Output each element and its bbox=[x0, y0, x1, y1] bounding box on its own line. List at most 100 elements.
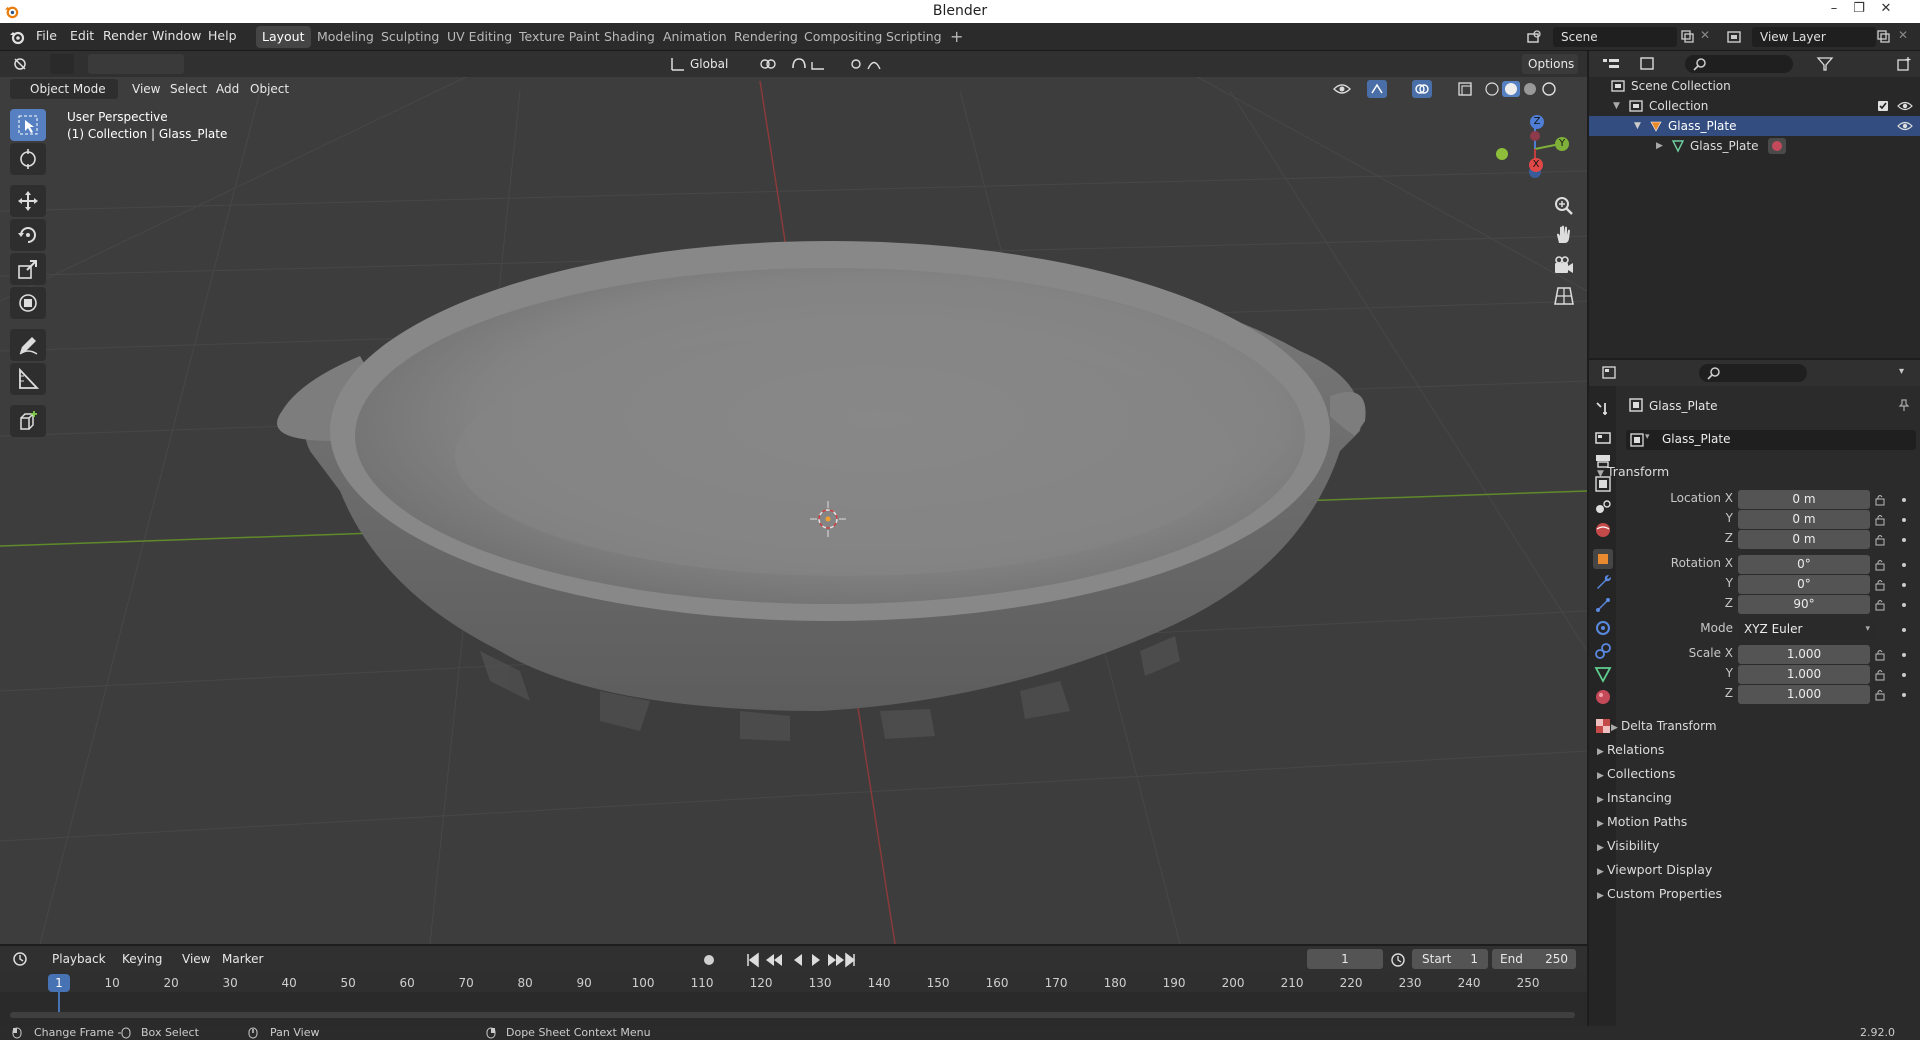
physics-tab-icon[interactable] bbox=[1593, 618, 1613, 638]
menu-render[interactable]: Render bbox=[101, 28, 150, 43]
section-custom-properties[interactable]: ▶ Custom Properties bbox=[1597, 886, 1722, 901]
properties-search-input[interactable] bbox=[1699, 364, 1807, 382]
object-mode-dropdown[interactable]: Object Mode bbox=[10, 79, 118, 99]
rotation-y-field[interactable]: 0° bbox=[1738, 575, 1870, 594]
view-layer-icon[interactable] bbox=[1726, 29, 1742, 45]
tab-compositing[interactable]: Compositing bbox=[798, 26, 888, 48]
section-collections[interactable]: ▶ Collections bbox=[1597, 766, 1675, 781]
rotation-x-field[interactable]: 0° bbox=[1738, 555, 1870, 574]
lock-scale-y-icon[interactable] bbox=[1874, 669, 1886, 681]
outliner-mesh-row[interactable]: ▶ Glass_Plate bbox=[1589, 136, 1920, 156]
location-z-field[interactable]: 0 m bbox=[1738, 530, 1870, 549]
current-frame-field[interactable]: 1 bbox=[1307, 949, 1383, 969]
menu-object[interactable]: Object bbox=[250, 82, 289, 96]
lock-location-z-icon[interactable] bbox=[1874, 534, 1886, 546]
keyframe-scale-y-icon[interactable] bbox=[1902, 673, 1906, 677]
outliner-scene-collection[interactable]: Scene Collection bbox=[1589, 76, 1920, 96]
camera-view-icon[interactable] bbox=[1552, 254, 1576, 278]
3d-viewport[interactable]: Global Options Object Mode View Select A… bbox=[0, 51, 1587, 944]
world-tab-icon[interactable] bbox=[1593, 520, 1613, 540]
keyframe-location-y-icon[interactable] bbox=[1902, 518, 1906, 522]
material-icon[interactable] bbox=[1768, 138, 1786, 154]
menu-edit[interactable]: Edit bbox=[68, 28, 96, 43]
collection-include-checkbox-icon[interactable] bbox=[1877, 100, 1889, 112]
section-visibility[interactable]: ▶ Visibility bbox=[1597, 838, 1659, 853]
perspective-grid-icon[interactable] bbox=[1552, 284, 1576, 308]
options-button[interactable]: Options bbox=[1522, 54, 1578, 74]
pivot-point-icon[interactable] bbox=[758, 56, 778, 72]
view-layer-field[interactable]: View Layer bbox=[1752, 27, 1876, 47]
visibility-eye-icon[interactable] bbox=[1332, 81, 1352, 97]
close-window-button[interactable]: ✕ bbox=[1872, 1, 1900, 21]
scene-icon[interactable] bbox=[1526, 29, 1542, 45]
lock-location-y-icon[interactable] bbox=[1874, 514, 1886, 526]
mesh-expand-icon[interactable]: ▶ bbox=[1656, 136, 1663, 156]
section-instancing[interactable]: ▶ Instancing bbox=[1597, 790, 1672, 805]
section-transform[interactable]: ▼ Transform bbox=[1597, 464, 1669, 479]
tab-modeling[interactable]: Modeling bbox=[311, 26, 380, 48]
playhead-frame-indicator[interactable]: 1 bbox=[48, 974, 70, 992]
object-tab-icon[interactable] bbox=[1593, 549, 1613, 569]
xray-icon[interactable] bbox=[1457, 81, 1473, 97]
add-workspace-icon[interactable]: + bbox=[944, 26, 969, 48]
scene-name-field[interactable]: Scene bbox=[1553, 27, 1677, 47]
tab-shading[interactable]: Shading bbox=[598, 26, 661, 48]
lock-scale-z-icon[interactable] bbox=[1874, 689, 1886, 701]
end-frame-field[interactable]: End 250 bbox=[1492, 949, 1576, 969]
record-keyframe-icon[interactable] bbox=[702, 953, 716, 967]
menu-add[interactable]: Add bbox=[216, 82, 239, 96]
lock-rotation-y-icon[interactable] bbox=[1874, 579, 1886, 591]
duplicate-view-layer-icon[interactable] bbox=[1876, 29, 1890, 43]
lock-location-x-icon[interactable] bbox=[1874, 494, 1886, 506]
object-visibility-eye-icon[interactable] bbox=[1897, 119, 1913, 133]
menu-file[interactable]: File bbox=[34, 28, 59, 43]
cursor-tool[interactable] bbox=[10, 143, 46, 175]
new-collection-icon[interactable] bbox=[1896, 56, 1912, 72]
gizmo-x-axis[interactable]: X bbox=[1529, 158, 1543, 172]
lock-rotation-x-icon[interactable] bbox=[1874, 559, 1886, 571]
tab-rendering[interactable]: Rendering bbox=[728, 26, 804, 48]
timeline-horizontal-scrollbar[interactable] bbox=[10, 1012, 1575, 1018]
keyframe-rotation-z-icon[interactable] bbox=[1902, 603, 1906, 607]
lock-scale-x-icon[interactable] bbox=[1874, 649, 1886, 661]
transform-orientation-icon[interactable] bbox=[670, 56, 686, 72]
rotation-z-field[interactable]: 90° bbox=[1738, 595, 1870, 614]
section-viewport-display[interactable]: ▶ Viewport Display bbox=[1597, 862, 1712, 877]
particles-tab-icon[interactable] bbox=[1593, 595, 1613, 615]
keyframe-location-x-icon[interactable] bbox=[1902, 498, 1906, 502]
pin-icon[interactable] bbox=[1897, 398, 1911, 412]
keyframe-scale-z-icon[interactable] bbox=[1902, 693, 1906, 697]
pan-hand-icon[interactable] bbox=[1552, 223, 1576, 247]
outliner-collection-row[interactable]: ▼ Collection bbox=[1589, 96, 1920, 116]
remove-scene-icon[interactable]: ✕ bbox=[1700, 28, 1710, 42]
menu-playback[interactable]: Playback bbox=[52, 952, 106, 966]
collection-visibility-eye-icon[interactable] bbox=[1897, 99, 1913, 113]
modifier-wrench-icon[interactable] bbox=[1593, 572, 1613, 592]
add-cube-tool[interactable] bbox=[10, 405, 46, 437]
render-tab-icon[interactable] bbox=[1593, 428, 1613, 448]
keyframe-rotation-x-icon[interactable] bbox=[1902, 563, 1906, 567]
keyframe-rotation-y-icon[interactable] bbox=[1902, 583, 1906, 587]
move-tool[interactable] bbox=[10, 185, 46, 217]
location-y-field[interactable]: 0 m bbox=[1738, 510, 1870, 529]
scale-y-field[interactable]: 1.000 bbox=[1738, 665, 1870, 684]
mesh-data-tab-icon[interactable] bbox=[1593, 664, 1613, 684]
playback-controls[interactable] bbox=[746, 952, 856, 968]
lock-rotation-z-icon[interactable] bbox=[1874, 599, 1886, 611]
select-box-tool[interactable] bbox=[10, 109, 46, 141]
tab-texture-paint[interactable]: Texture Paint bbox=[513, 26, 606, 48]
shading-mode-icons[interactable] bbox=[1484, 81, 1564, 97]
section-delta-transform[interactable]: ▶ Delta Transform bbox=[1611, 719, 1717, 733]
location-x-field[interactable]: 0 m bbox=[1738, 490, 1870, 509]
outliner-object-row[interactable]: ▼ Glass_Plate bbox=[1589, 116, 1920, 136]
outliner-search-input[interactable] bbox=[1685, 55, 1793, 73]
tab-layout[interactable]: Layout bbox=[256, 26, 311, 48]
overlays-icon[interactable] bbox=[1412, 80, 1432, 98]
object-name-field[interactable]: ▾ Glass_Plate bbox=[1626, 430, 1916, 450]
timeline-editor-type-icon[interactable] bbox=[12, 951, 30, 967]
snap-icon[interactable] bbox=[790, 56, 830, 72]
constraints-tab-icon[interactable] bbox=[1593, 641, 1613, 661]
gizmo-z-axis[interactable]: Z bbox=[1530, 115, 1544, 129]
menu-view[interactable]: View bbox=[132, 82, 160, 96]
menu-keying[interactable]: Keying bbox=[122, 952, 162, 966]
